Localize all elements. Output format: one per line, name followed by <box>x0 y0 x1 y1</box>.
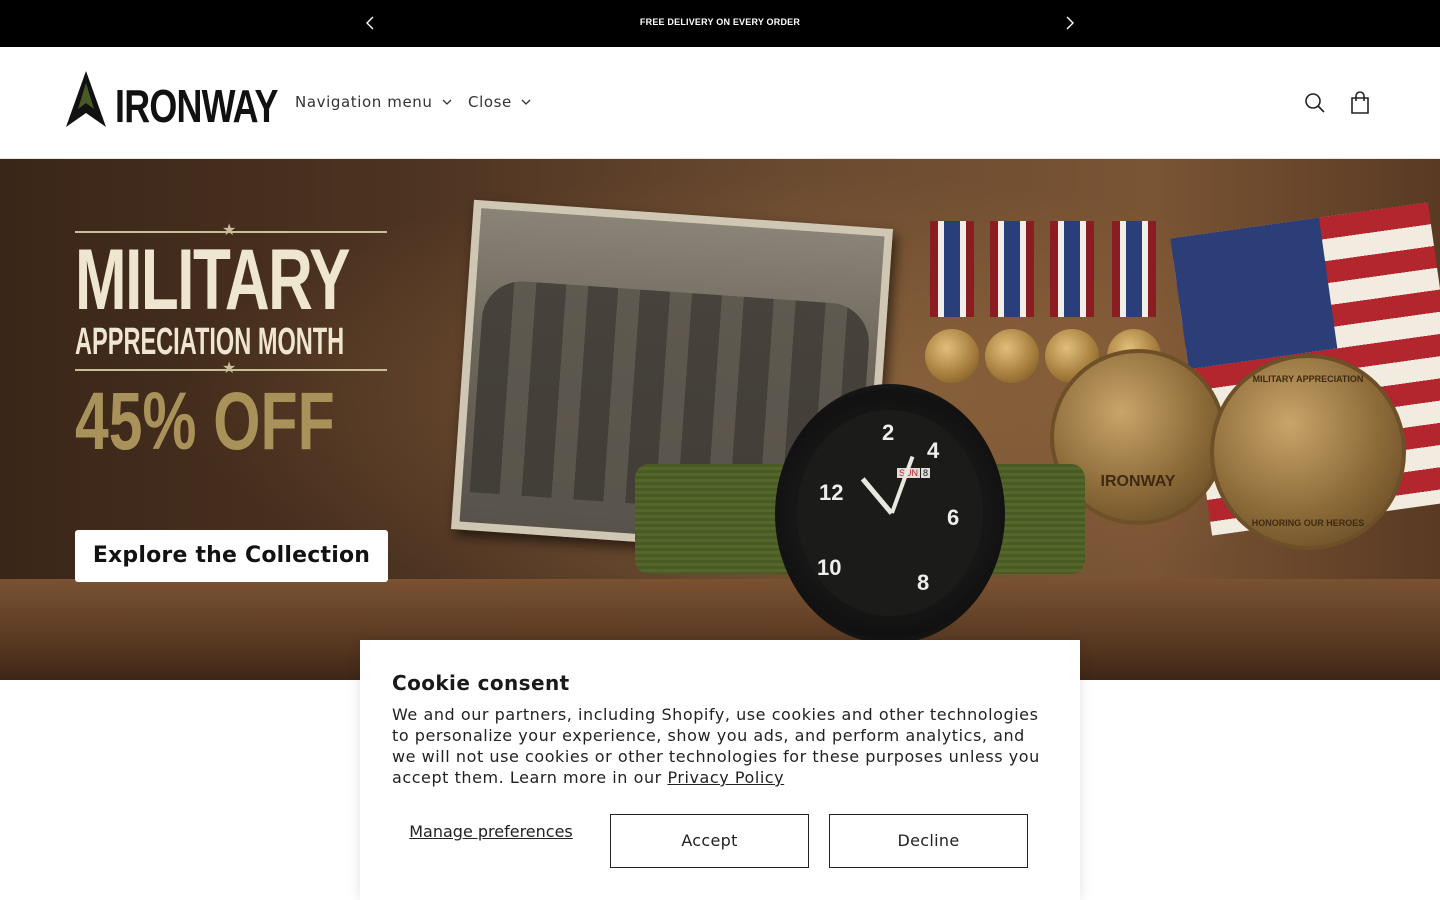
privacy-policy-link[interactable]: Privacy Policy <box>667 768 784 787</box>
explore-collection-button[interactable]: Explore the Collection <box>75 530 388 582</box>
chevron-down-icon <box>442 99 451 105</box>
cart-icon[interactable] <box>1348 91 1372 115</box>
logo-mark-icon <box>66 71 106 127</box>
hero-headline: MILITARY <box>75 232 350 328</box>
site-header: IRONWAY Navigation menu Close <box>0 47 1440 159</box>
manage-preferences-link[interactable]: Manage preferences <box>392 822 590 841</box>
cookie-body: We and our partners, including Shopify, … <box>392 704 1052 788</box>
chevron-right-icon[interactable] <box>1059 13 1079 33</box>
star-icon: ★ <box>222 358 237 377</box>
medal <box>985 221 1039 383</box>
medal <box>1045 221 1099 383</box>
coin-top-text: MILITARY APPRECIATION <box>1252 374 1364 384</box>
logo[interactable]: IRONWAY <box>64 69 278 131</box>
nav-navigation-menu-label: Navigation menu <box>295 93 433 111</box>
hero-copy: ★ MILITARY APPRECIATION MONTH ★ 45% OFF <box>75 222 390 467</box>
cookie-consent-dialog: Cookie consent We and our partners, incl… <box>360 640 1080 900</box>
announcement-bar: FREE DELIVERY ON EVERY ORDER <box>0 0 1440 47</box>
logo-text: IRONWAY <box>115 80 278 132</box>
hero-banner: IRONWAY MILITARY APPRECIATION HONORING O… <box>0 159 1440 680</box>
hero-offer: 45% OFF <box>75 376 335 467</box>
cookie-title: Cookie consent <box>392 671 570 695</box>
watch-date: 8 <box>921 468 931 478</box>
watch-image: 2 4 6 8 10 12 SUN 8 <box>625 384 1095 644</box>
coin-bottom-text: HONORING OUR HEROES <box>1251 518 1365 528</box>
chevron-down-icon <box>521 99 531 105</box>
nav-close[interactable]: Close <box>468 93 531 111</box>
coin-military-appreciation: MILITARY APPRECIATION HONORING OUR HEROE… <box>1210 354 1406 550</box>
announcement-message: FREE DELIVERY ON EVERY ORDER <box>639 17 801 27</box>
nav-close-label: Close <box>468 93 512 111</box>
accept-button[interactable]: Accept <box>610 814 809 868</box>
nav-navigation-menu[interactable]: Navigation menu <box>295 93 452 111</box>
hero-subheadline: APPRECIATION MONTH <box>75 321 345 363</box>
search-icon[interactable] <box>1303 91 1327 115</box>
medal <box>925 221 979 383</box>
decline-button[interactable]: Decline <box>829 814 1028 868</box>
